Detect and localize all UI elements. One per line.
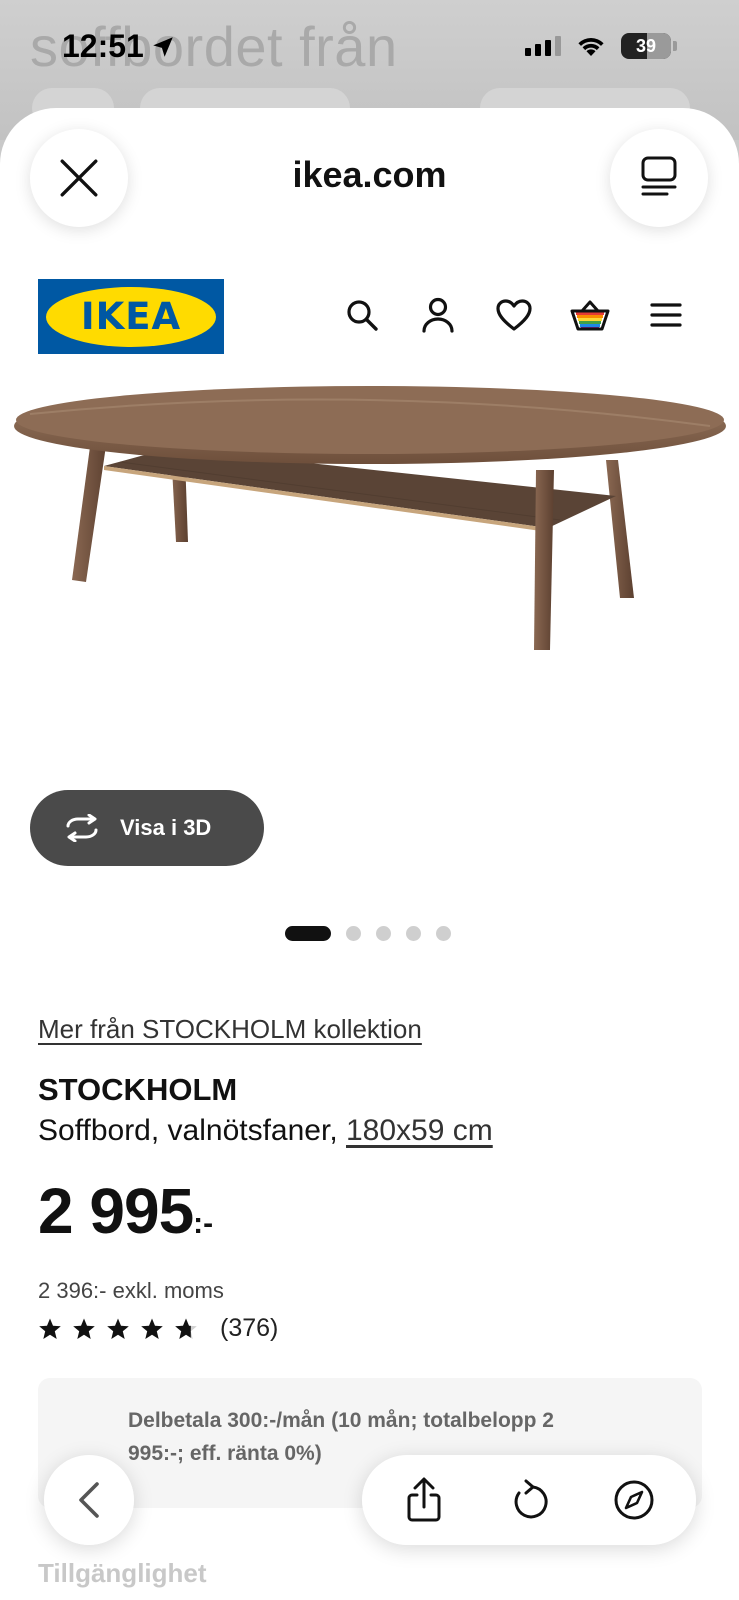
- battery-icon: 39: [621, 33, 671, 59]
- pagination-dot[interactable]: [376, 926, 391, 941]
- price-value: 2 995: [38, 1175, 194, 1247]
- status-bar: 12:51 39: [0, 0, 739, 100]
- status-time: 12:51: [62, 28, 176, 65]
- battery-tip: [673, 41, 677, 51]
- price-excl-vat: 2 396:- exkl. moms: [38, 1278, 224, 1303]
- availability-heading: Tillgänglighet: [38, 1558, 207, 1588]
- description-text: Soffbord, valnötsfaner,: [38, 1114, 338, 1147]
- bottom-toolbar: [362, 1455, 696, 1545]
- pagination-dot[interactable]: [346, 926, 361, 941]
- status-indicators: 39: [525, 33, 677, 59]
- logo-text: IKEA: [80, 295, 182, 338]
- pagination-dot[interactable]: [406, 926, 421, 941]
- location-arrow-icon: [153, 36, 173, 57]
- cellular-signal-icon: [525, 36, 561, 56]
- share-icon: [407, 1477, 441, 1522]
- rotate-3d-icon: [66, 814, 98, 842]
- menu-icon: [650, 303, 682, 327]
- image-pagination: [285, 926, 451, 941]
- star-icon: [39, 1318, 61, 1339]
- battery-level: 39: [635, 35, 657, 56]
- time-label: 12:51: [62, 28, 144, 64]
- search-button[interactable]: [338, 291, 386, 339]
- price-suffix: :-: [193, 1207, 214, 1240]
- view-3d-label: Visa i 3D: [120, 815, 212, 840]
- star-icon: [141, 1318, 163, 1339]
- rating[interactable]: (376): [38, 1314, 278, 1343]
- star-icon: [73, 1318, 95, 1339]
- heart-icon: [496, 299, 532, 331]
- browser-sheet: ikea.com IKEA Visa i 3D Mer från STOCKHO…: [0, 108, 739, 1600]
- compass-icon: [614, 1480, 654, 1520]
- compass-button[interactable]: [606, 1472, 662, 1528]
- review-count: (376): [220, 1314, 279, 1342]
- pagination-dot[interactable]: [436, 926, 451, 941]
- basket-button[interactable]: [566, 291, 614, 339]
- menu-button[interactable]: [642, 291, 690, 339]
- product-description: Soffbord, valnötsfaner, 180x59 cm: [38, 1114, 493, 1148]
- share-button[interactable]: [396, 1472, 452, 1528]
- back-button[interactable]: [44, 1455, 134, 1545]
- wifi-icon: [578, 37, 604, 56]
- wishlist-button[interactable]: [490, 291, 538, 339]
- product-price: 2 995:-: [38, 1174, 213, 1248]
- search-icon: [347, 300, 378, 331]
- product-name: STOCKHOLM: [38, 1072, 238, 1107]
- logo-oval: IKEA: [46, 286, 216, 347]
- view-3d-button[interactable]: Visa i 3D: [30, 790, 264, 866]
- account-icon: [422, 297, 454, 333]
- reload-icon: [514, 1479, 548, 1519]
- reader-icon: [641, 156, 677, 196]
- reload-button[interactable]: [501, 1472, 557, 1528]
- ikea-logo[interactable]: IKEA: [38, 279, 224, 354]
- sheet-header: ikea.com: [0, 108, 739, 248]
- size-link[interactable]: 180x59 cm: [346, 1114, 493, 1147]
- reader-button[interactable]: [610, 129, 708, 227]
- chevron-left-icon: [79, 1482, 99, 1518]
- site-nav: [338, 291, 690, 339]
- star-icon: [107, 1318, 129, 1339]
- account-button[interactable]: [414, 291, 462, 339]
- pagination-dot-active[interactable]: [285, 926, 331, 941]
- collection-link[interactable]: Mer från STOCKHOLM kollektion: [38, 1014, 422, 1045]
- star-partial-icon: [175, 1318, 197, 1339]
- basket-icon: [570, 300, 610, 331]
